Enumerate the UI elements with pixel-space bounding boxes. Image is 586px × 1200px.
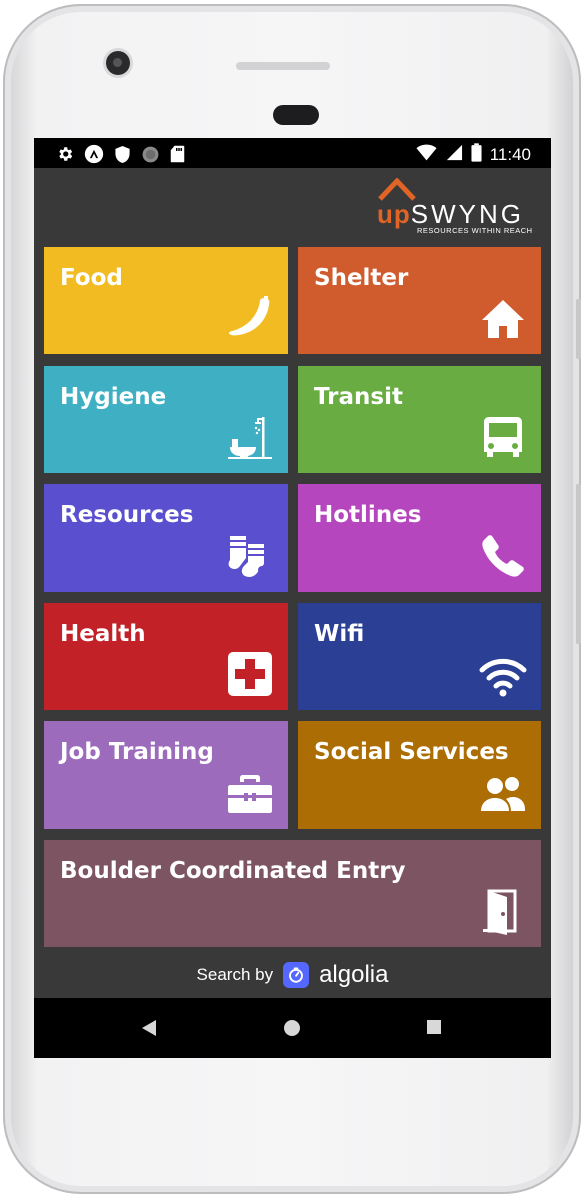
tile-job-training[interactable]: Job Training [44,721,288,829]
volume-button [576,299,581,359]
tile-food-label: Food [60,265,123,291]
earpiece [273,105,319,125]
logo-tagline: RESOURCES WITHIN REACH [417,226,533,235]
phone-icon [479,532,527,580]
medical-cross-icon [226,650,274,698]
house-icon [479,294,527,342]
tile-wifi[interactable]: Wifi [298,603,541,710]
wifi-signal-icon [416,144,437,165]
banana-icon [226,294,274,342]
back-icon[interactable] [141,1019,159,1037]
android-nav-bar [34,998,551,1058]
tile-resources[interactable]: Resources [44,484,288,592]
status-bar: 11:40 [34,138,551,168]
door-icon [479,887,527,935]
tile-hotlines-label: Hotlines [314,502,422,528]
toilet-shower-icon [226,413,274,461]
tile-coordinated-entry-label: Boulder Coordinated Entry [60,858,406,884]
toolbox-icon [226,769,274,817]
upswyng-logo: upSWYNG RESOURCES WITHIN REACH [377,178,545,236]
tile-shelter-label: Shelter [314,265,409,291]
app-notification-icon [84,144,104,168]
recent-apps-icon[interactable] [426,1019,444,1037]
status-time: 11:40 [489,144,531,164]
wifi-icon [479,650,527,698]
tile-transit-label: Transit [314,384,403,410]
home-icon[interactable] [283,1019,301,1037]
battery-icon [471,143,482,166]
search-by-algolia[interactable]: Search by algolia [34,958,551,992]
algolia-wordmark: algolia [319,961,389,988]
status-icons-right: 11:40 [416,143,531,166]
tile-food[interactable]: Food [44,247,288,354]
cell-signal-icon [445,144,463,165]
power-button [576,484,581,644]
people-icon [479,769,527,817]
socks-icon [226,532,274,580]
tile-social-services[interactable]: Social Services [298,721,541,829]
algolia-logo-icon [283,962,310,988]
front-camera [106,51,130,75]
tile-shelter[interactable]: Shelter [298,247,541,354]
tile-job-training-label: Job Training [60,739,214,765]
logo-swyng: SWYNG [410,199,524,229]
sd-card-icon [170,145,185,167]
tile-resources-label: Resources [60,502,194,528]
logo-up: up [377,199,411,229]
status-icons-left [56,144,185,168]
tile-hygiene-label: Hygiene [60,384,167,410]
record-icon [141,145,160,168]
tile-health[interactable]: Health [44,603,288,710]
search-by-text: Search by [196,965,274,984]
tile-transit[interactable]: Transit [298,366,541,473]
tile-health-label: Health [60,621,146,647]
tile-hotlines[interactable]: Hotlines [298,484,541,592]
tile-social-services-label: Social Services [314,739,509,765]
settings-icon [56,145,74,167]
app-screen: 11:40 upSWYNG RESOURCES WITHIN REACH Foo… [34,138,551,1058]
tile-wifi-label: Wifi [314,621,365,647]
speaker-grill [236,62,330,70]
tile-hygiene[interactable]: Hygiene [44,366,288,473]
shield-icon [114,145,131,168]
tile-coordinated-entry[interactable]: Boulder Coordinated Entry [44,840,541,947]
bus-icon [479,413,527,461]
